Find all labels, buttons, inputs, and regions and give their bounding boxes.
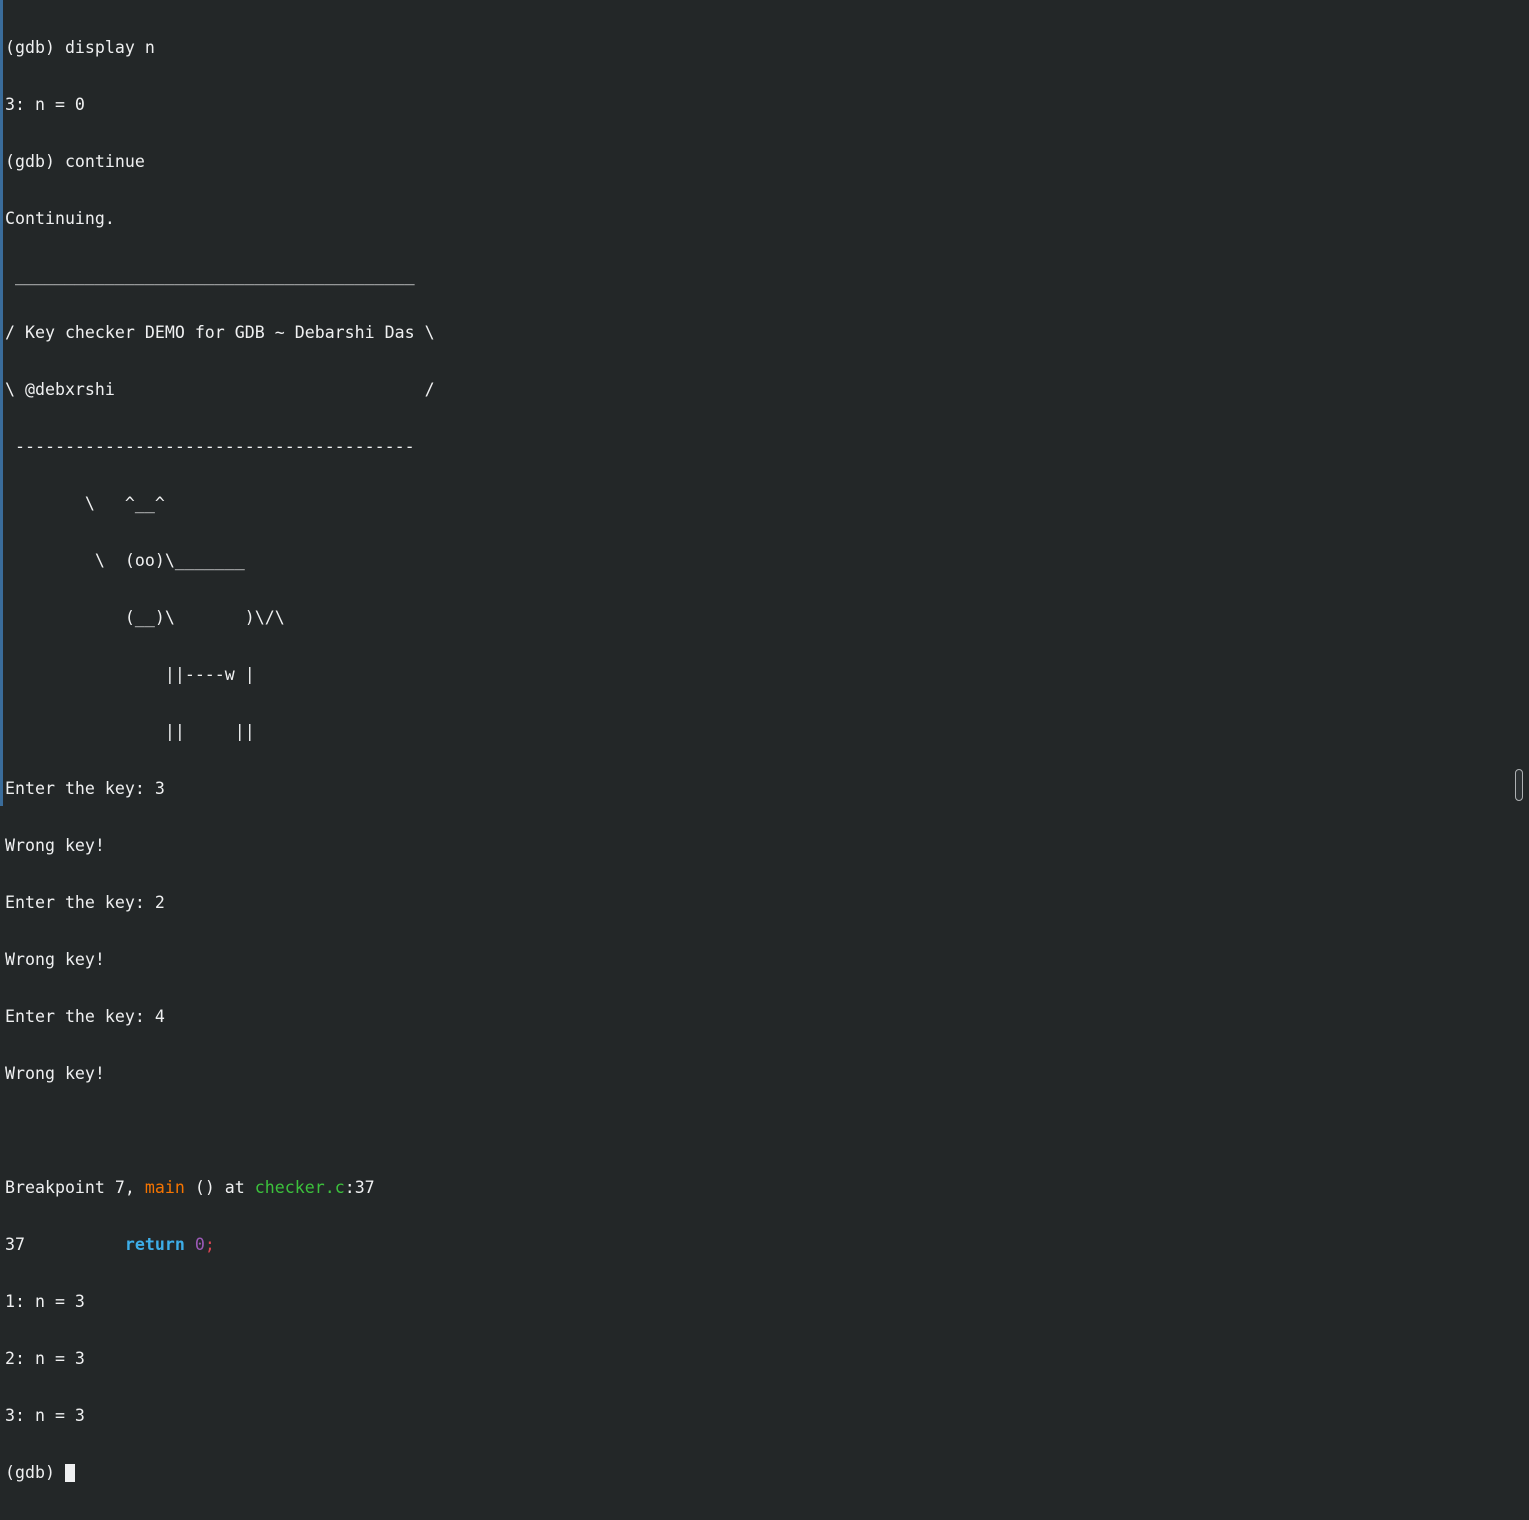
ascii-art-line: ________________________________________ <box>5 266 415 285</box>
breakpoint-line: Breakpoint 7, main () at checker.c:37 <box>5 1178 435 1197</box>
output-line: Continuing. <box>5 209 115 228</box>
output-line: Wrong key! <box>5 950 105 969</box>
output-line: (gdb) display n <box>5 38 155 57</box>
output-line: 3: n = 0 <box>5 95 85 114</box>
display-line: 2: n = 3 <box>5 1349 85 1368</box>
output-line: Wrong key! <box>5 1064 105 1083</box>
ascii-art-line: \ ^__^ <box>5 494 165 513</box>
breakpoint-file: checker.c <box>254 1178 345 1197</box>
output-line: Enter the key: 2 <box>5 893 165 912</box>
ascii-art-line: \ @debxrshi / <box>5 380 435 399</box>
ascii-art-line: ||----w | <box>5 665 255 684</box>
text-cursor <box>64 1464 75 1482</box>
source-line: 37 return 0; <box>5 1235 435 1254</box>
ascii-art-line: (__)\ )\/\ <box>5 608 285 627</box>
prompt-line[interactable]: (gdb) <box>5 1463 435 1482</box>
source-indent <box>25 1235 125 1254</box>
breakpoint-suffix: :37 <box>344 1178 375 1197</box>
breakpoint-middle: () at <box>184 1178 255 1197</box>
ascii-art-line: / Key checker DEMO for GDB ~ Debarshi Da… <box>5 323 435 342</box>
breakpoint-function: main <box>144 1178 185 1197</box>
output-line: (gdb) continue <box>5 152 145 171</box>
output-line: Enter the key: 3 <box>5 779 165 798</box>
source-value: 0 <box>194 1235 205 1254</box>
display-line: 1: n = 3 <box>5 1292 85 1311</box>
source-keyword: return <box>124 1235 185 1254</box>
ascii-art-line: || || <box>5 722 255 741</box>
source-space <box>185 1235 195 1254</box>
source-line-number: 37 <box>5 1235 25 1254</box>
terminal-output: (gdb) display n 3: n = 0 (gdb) continue … <box>5 0 435 1520</box>
ascii-art-line: ---------------------------------------- <box>5 437 415 456</box>
ascii-art-line: \ (oo)\_______ <box>5 551 245 570</box>
output-line: Enter the key: 4 <box>5 1007 165 1026</box>
output-line: Wrong key! <box>5 836 105 855</box>
scrollbar-handle-icon[interactable] <box>1515 769 1523 801</box>
gdb-prompt: (gdb) <box>5 1463 65 1482</box>
terminal-window[interactable]: (gdb) display n 3: n = 0 (gdb) continue … <box>0 0 1529 1482</box>
breakpoint-prefix: Breakpoint 7, <box>5 1178 145 1197</box>
display-line: 3: n = 3 <box>5 1406 85 1425</box>
source-semicolon: ; <box>204 1235 215 1254</box>
